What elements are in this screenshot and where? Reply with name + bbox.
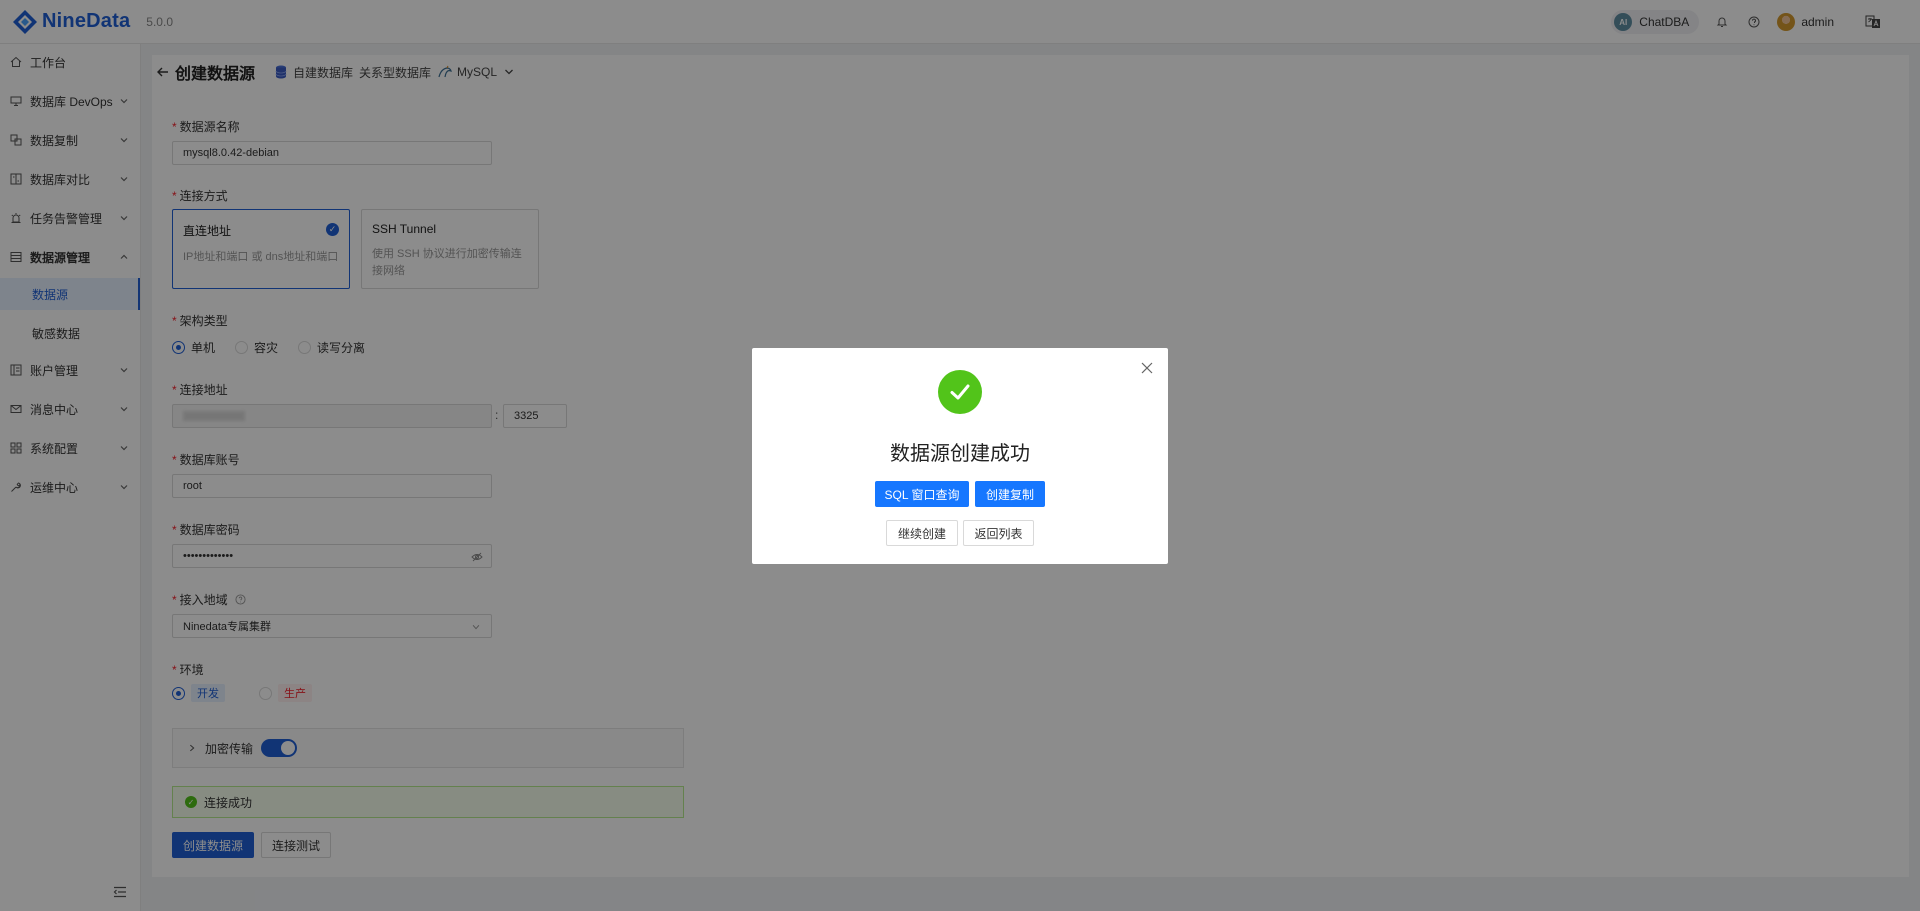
success-check-icon: [938, 370, 982, 414]
sql-window-query-button[interactable]: SQL 窗口查询: [875, 481, 969, 507]
close-icon[interactable]: [1140, 361, 1154, 375]
success-modal: 数据源创建成功 SQL 窗口查询 创建复制 继续创建 返回列表: [752, 348, 1168, 564]
create-replication-button[interactable]: 创建复制: [975, 481, 1045, 507]
continue-create-button[interactable]: 继续创建: [886, 520, 958, 546]
back-to-list-button[interactable]: 返回列表: [963, 520, 1034, 546]
modal-title: 数据源创建成功: [890, 443, 1030, 465]
